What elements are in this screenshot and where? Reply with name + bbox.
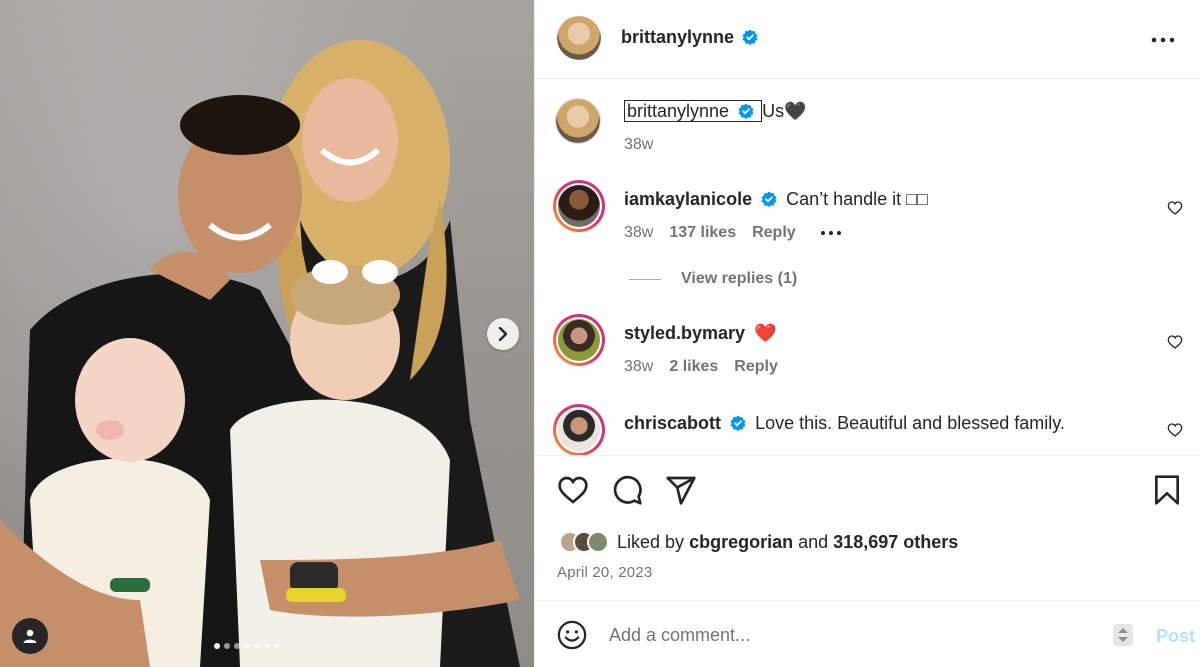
carousel-dot	[244, 643, 250, 649]
carousel-dot	[274, 643, 280, 649]
view-replies-button[interactable]: View replies (1)	[629, 270, 797, 288]
post-header: brittanylynne	[535, 0, 1200, 79]
comment-icon[interactable]	[611, 474, 643, 506]
comment-likes[interactable]: 137 likes	[669, 224, 736, 242]
view-replies-line	[629, 278, 661, 280]
carousel-dot	[264, 643, 270, 649]
comment-meta: 38w 137 likes Reply	[624, 224, 842, 242]
more-options-button[interactable]	[1149, 26, 1177, 54]
like-comment-heart-icon[interactable]	[1167, 334, 1183, 350]
post-actions: Liked by cbgregorian and 318,697 others …	[535, 455, 1200, 601]
share-paper-plane-icon[interactable]	[665, 474, 697, 506]
post-detail-panel: brittanylynne brittanylynne Us🖤 38w iamk…	[534, 0, 1200, 667]
caption-text-row: brittanylynne Us🖤	[624, 100, 807, 122]
caption-time[interactable]: 38w	[624, 136, 653, 154]
caption-row: brittanylynne Us🖤 38w	[535, 98, 1200, 168]
carousel-dot	[234, 643, 240, 649]
next-photo-button[interactable]	[487, 318, 519, 350]
verified-badge-icon	[730, 415, 746, 431]
comment-username[interactable]: iamkaylanicole	[624, 189, 752, 209]
post-date[interactable]: April 20, 2023	[557, 564, 652, 581]
comment-row: styled.bymary ❤️ 38w 2 likes Reply	[535, 314, 1200, 394]
liked-by-user[interactable]: cbgregorian	[689, 532, 793, 552]
avatar-ring-inner	[556, 317, 602, 363]
liked-by-row: Liked by cbgregorian and 318,697 others	[559, 531, 958, 553]
comment-text-row: iamkaylanicole Can’t handle it □□	[624, 189, 928, 210]
tagged-users-button[interactable]	[12, 618, 48, 654]
carousel-dot	[254, 643, 260, 649]
comment-text-row: chriscabott Love this. Beautiful and ble…	[624, 413, 1065, 434]
comment-text: Love this. Beautiful and blessed family.	[755, 413, 1065, 433]
more-horizontal-icon[interactable]	[820, 230, 842, 236]
add-comment-bar: Post	[535, 602, 1200, 667]
caption-avatar-image	[556, 99, 600, 143]
more-horizontal-icon	[1151, 37, 1175, 43]
comments-section: brittanylynne Us🖤 38w iamkaylanicole Can…	[535, 80, 1200, 455]
emoji-icon[interactable]	[557, 620, 587, 650]
comment-input[interactable]	[609, 622, 1089, 648]
author-avatar[interactable]	[557, 16, 601, 60]
like-comment-heart-icon[interactable]	[1167, 200, 1183, 216]
commenter-avatar-image	[558, 409, 600, 451]
comment-username[interactable]: chriscabott	[624, 413, 721, 433]
verified-badge-icon	[738, 103, 754, 119]
comment-text: ❤️	[754, 323, 777, 343]
commenter-avatar[interactable]	[553, 404, 605, 455]
view-replies-label: View replies (1)	[681, 270, 798, 287]
family-photo-illustration	[0, 40, 520, 667]
liked-by-prefix: Liked by	[617, 531, 685, 552]
author-name-row: brittanylynne	[621, 27, 758, 48]
caption-avatar[interactable]	[555, 98, 601, 144]
comment-username[interactable]: styled.bymary	[624, 323, 745, 343]
likes-count[interactable]: 318,697 others	[833, 532, 958, 552]
chevron-right-icon	[498, 327, 508, 341]
photo-carousel-dots	[214, 643, 280, 649]
post-comment-button[interactable]: Post	[1156, 626, 1195, 647]
comment-meta: 38w 2 likes Reply	[624, 358, 778, 376]
comment-row: iamkaylanicole Can’t handle it □□ 38w 13…	[535, 180, 1200, 260]
liked-by-and: and	[798, 531, 829, 552]
liker-avatar[interactable]	[587, 531, 609, 553]
avatar-ring-inner	[556, 407, 602, 453]
carousel-dot	[224, 643, 230, 649]
user-icon	[23, 629, 37, 643]
save-bookmark-icon[interactable]	[1151, 474, 1183, 506]
post-photo[interactable]	[0, 0, 534, 667]
carousel-dot	[214, 643, 220, 649]
comment-row: chriscabott Love this. Beautiful and ble…	[535, 404, 1200, 455]
avatar-ring-inner	[556, 183, 602, 229]
comment-text: Can’t handle it □□	[786, 189, 928, 209]
liked-by-text: Liked by cbgregorian and 318,697 others	[617, 532, 958, 553]
caption-text: Us🖤	[762, 101, 807, 121]
like-comment-heart-icon[interactable]	[1167, 422, 1183, 438]
commenter-avatar[interactable]	[553, 180, 605, 232]
caption-username[interactable]: brittanylynne	[627, 101, 729, 121]
like-heart-icon[interactable]	[557, 474, 589, 506]
comment-reply-button[interactable]: Reply	[734, 358, 778, 376]
verified-badge-icon	[761, 191, 777, 207]
caption-meta: 38w	[624, 136, 653, 154]
commenter-avatar-image	[558, 185, 600, 227]
verified-badge-icon	[742, 29, 758, 45]
commenter-avatar[interactable]	[553, 314, 605, 366]
comment-likes[interactable]: 2 likes	[669, 358, 718, 376]
comment-time[interactable]: 38w	[624, 224, 653, 242]
author-username[interactable]: brittanylynne	[621, 27, 734, 47]
comment-time[interactable]: 38w	[624, 358, 653, 376]
scroll-arrows-icon[interactable]	[1113, 624, 1133, 646]
author-avatar-image	[557, 16, 601, 60]
comment-text-row: styled.bymary ❤️	[624, 323, 777, 344]
caption-username-box[interactable]: brittanylynne	[624, 100, 763, 122]
commenter-avatar-image	[558, 319, 600, 361]
comment-reply-button[interactable]: Reply	[752, 224, 796, 242]
